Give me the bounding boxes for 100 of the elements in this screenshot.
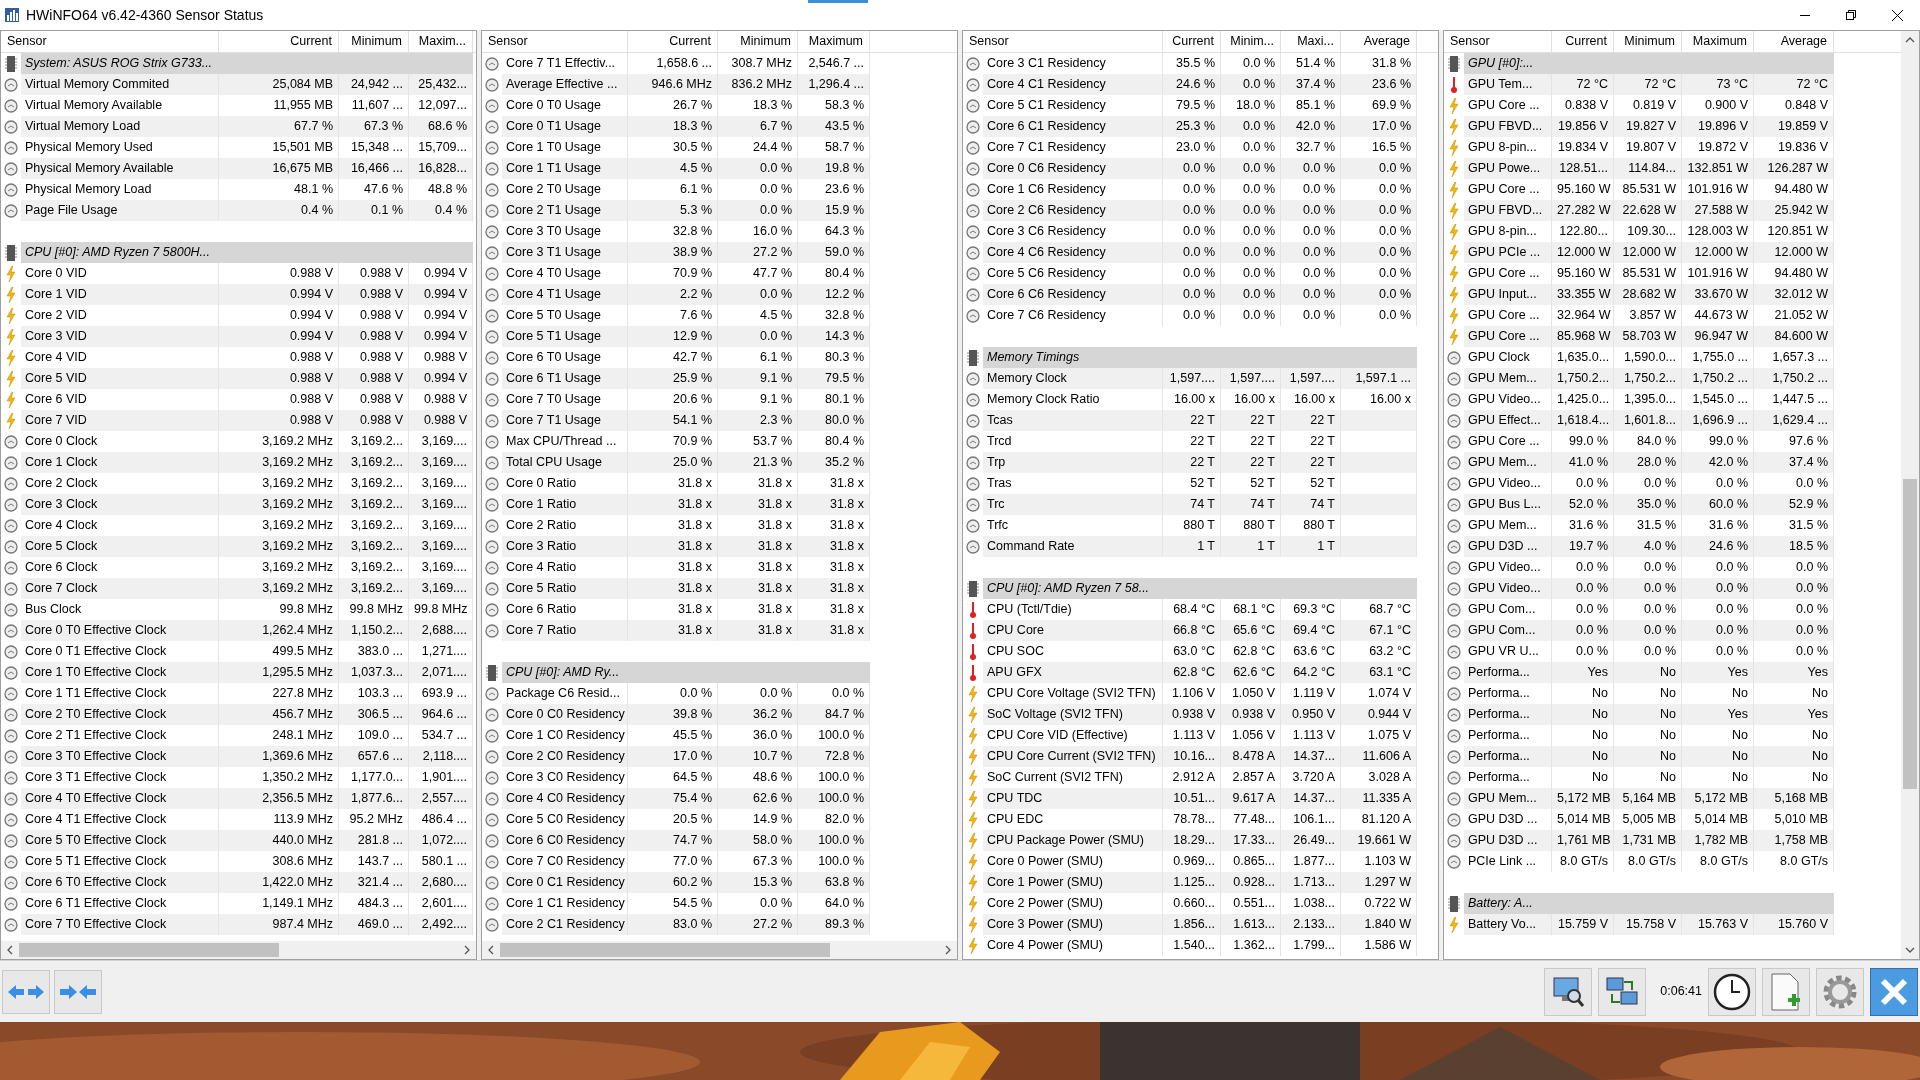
sensor-row[interactable]: GPU FBVD... 19.856 V 19.827 V 19.896 V 19.859 V (1464, 116, 1834, 137)
sensor-row[interactable]: GPU D3D ... 1,761 MB 1,731 MB 1,782 MB 1,758 MB (1464, 830, 1834, 851)
sensor-row[interactable]: Core 7 Clock 3,169.2 MHz 3,169.2... 3,169.... (21, 578, 473, 599)
timer-button[interactable] (1708, 967, 1756, 1016)
sensor-row[interactable]: Battery Vo... 15.759 V 15.758 V 15.763 V 15.760 V (1464, 914, 1834, 935)
sensor-row[interactable]: Command Rate 1 T 1 T 1 T (983, 536, 1417, 557)
sensor-row[interactable]: Core 2 C6 Residency 0.0 % 0.0 % 0.0 % 0.0 % (983, 200, 1417, 221)
sensor-row[interactable]: CPU Package Power (SMU) 18.29... 17.33... 26.49... 19.661 W (983, 830, 1417, 851)
sensor-row[interactable]: GPU D3D ... 19.7 % 4.0 % 24.6 % 18.5 % (1464, 536, 1834, 557)
sensor-row[interactable]: GPU Effect... 1,618.4... 1,601.8... 1,696.9 ... 1,629.4 ... (1464, 410, 1834, 431)
sensor-row[interactable]: Core 0 C1 Residency 60.2 % 15.3 % 63.8 % (502, 872, 870, 893)
sensor-row[interactable]: Core 0 T1 Usage 18.3 % 6.7 % 43.5 % (502, 116, 870, 137)
sensor-row[interactable]: Core 3 VID 0.994 V 0.988 V 0.994 V (21, 326, 473, 347)
sensor-row[interactable]: GPU Core ... 85.968 W 58.703 W 96.947 W 84.600 W (1464, 326, 1834, 347)
column-header[interactable]: Minimum (339, 31, 409, 52)
sensor-row[interactable]: Core 5 T1 Usage 12.9 % 0.0 % 14.3 % (502, 326, 870, 347)
sensor-row[interactable]: Trp 22 T 22 T 22 T (983, 452, 1417, 473)
sensor-row[interactable]: Core 1 Power (SMU) 1.125... 0.928... 1.713... 1.297 W (983, 872, 1417, 893)
sensor-row[interactable]: Core 3 Clock 3,169.2 MHz 3,169.2... 3,169.... (21, 494, 473, 515)
sensor-row[interactable]: GPU Powe... 128.51... 114.84... 132.851 W 126.287 W (1464, 158, 1834, 179)
exit-button[interactable] (1870, 967, 1918, 1016)
sensor-row[interactable]: Core 6 T1 Usage 25.9 % 9.1 % 79.5 % (502, 368, 870, 389)
scrollbar-thumb[interactable] (500, 943, 830, 957)
sensor-row[interactable]: Total CPU Usage 25.0 % 21.3 % 35.2 % (502, 452, 870, 473)
sensor-row[interactable]: Core 4 C6 Residency 0.0 % 0.0 % 0.0 % 0.0 % (983, 242, 1417, 263)
column-header[interactable]: Current (1163, 31, 1221, 52)
sensor-row[interactable]: Core 3 Power (SMU) 1.856... 1.613... 2.133... 1.840 W (983, 914, 1417, 935)
sensor-row[interactable]: Core 7 Ratio 31.8 x 31.8 x 31.8 x (502, 620, 870, 641)
sensor-row[interactable]: Page File Usage 0.4 % 0.1 % 0.4 % (21, 200, 473, 221)
sensor-row[interactable]: Core 6 C1 Residency 25.3 % 0.0 % 42.0 % 17.0 % (983, 116, 1417, 137)
column-header[interactable]: Sensor (1, 31, 219, 52)
sensor-row[interactable]: Core 6 C0 Residency 74.7 % 58.0 % 100.0 % (502, 830, 870, 851)
sensor-row[interactable]: APU GFX 62.8 °C 62.6 °C 64.2 °C 63.1 °C (983, 662, 1417, 683)
group-header-row[interactable]: Battery: A... (1464, 893, 1834, 914)
group-header-row[interactable]: GPU [#0]:... (1464, 53, 1834, 74)
column-header[interactable]: Maximum (798, 31, 870, 52)
sensor-row[interactable]: Core 0 C6 Residency 0.0 % 0.0 % 0.0 % 0.0 % (983, 158, 1417, 179)
sensor-row[interactable]: Core 4 C0 Residency 75.4 % 62.6 % 100.0 % (502, 788, 870, 809)
column-header[interactable]: Minimum (718, 31, 798, 52)
sensor-row[interactable]: Core 7 T0 Effective Clock 987.4 MHz 469.0 ... 2,492.... (21, 914, 473, 935)
column-header[interactable]: Current (219, 31, 339, 52)
column-header[interactable]: Sensor (1444, 31, 1552, 52)
group-header-row[interactable]: Memory Timings (983, 347, 1417, 368)
sensor-row[interactable]: Core 4 T1 Usage 2.2 % 0.0 % 12.2 % (502, 284, 870, 305)
sensor-row[interactable]: Average Effective ... 946.6 MHz 836.2 MHz 1,296.4 ... (502, 74, 870, 95)
sensor-row[interactable]: GPU Mem... 41.0 % 28.0 % 42.0 % 37.4 % (1464, 452, 1834, 473)
vertical-scrollbar[interactable] (1901, 31, 1919, 959)
sensor-row[interactable]: Performa... No No No No (1464, 746, 1834, 767)
sensor-row[interactable]: Performa... Yes No Yes Yes (1464, 662, 1834, 683)
sensor-row[interactable]: Core 5 Clock 3,169.2 MHz 3,169.2... 3,169.... (21, 536, 473, 557)
column-header[interactable]: Maxi... (1281, 31, 1341, 52)
sensor-row[interactable]: Memory Clock 1,597.... 1,597.... 1,597.... 1,597.1 ... (983, 368, 1417, 389)
column-header[interactable]: Average (1341, 31, 1417, 52)
column-header[interactable]: Maximum (1682, 31, 1754, 52)
sensor-row[interactable]: GPU Video... 0.0 % 0.0 % 0.0 % 0.0 % (1464, 578, 1834, 599)
sensor-row[interactable]: Core 1 T0 Effective Clock 1,295.5 MHz 1,037.3... 2,071.... (21, 662, 473, 683)
sensor-row[interactable]: SoC Voltage (SVI2 TFN) 0.938 V 0.938 V 0.950 V 0.944 V (983, 704, 1417, 725)
column-header[interactable]: Current (1552, 31, 1614, 52)
sensor-row[interactable]: GPU Tem... 72 °C 72 °C 73 °C 72 °C (1464, 74, 1834, 95)
scrollbar-thumb[interactable] (19, 943, 279, 957)
group-header-row[interactable]: CPU [#0]: AMD Ryzen 7 5800H... (21, 242, 473, 263)
sensor-row[interactable]: GPU Bus L... 52.0 % 35.0 % 60.0 % 52.9 % (1464, 494, 1834, 515)
sensor-row[interactable]: Core 7 VID 0.988 V 0.988 V 0.988 V (21, 410, 473, 431)
horizontal-scrollbar[interactable] (1, 941, 476, 959)
group-header-row[interactable]: CPU [#0]: AMD Ryzen 7 58... (983, 578, 1417, 599)
scrollbar-thumb[interactable] (1903, 479, 1917, 789)
sensor-row[interactable]: Core 6 C6 Residency 0.0 % 0.0 % 0.0 % 0.0 % (983, 284, 1417, 305)
sensor-row[interactable]: Tcas 22 T 22 T 22 T (983, 410, 1417, 431)
collapse-button[interactable] (54, 969, 102, 1014)
report-button[interactable] (1762, 967, 1810, 1016)
sensor-row[interactable]: Core 2 C0 Residency 17.0 % 10.7 % 72.8 % (502, 746, 870, 767)
column-header[interactable]: Maxim... (409, 31, 473, 52)
monitor-button[interactable] (1544, 967, 1593, 1016)
sensor-row[interactable]: Core 1 Ratio 31.8 x 31.8 x 31.8 x (502, 494, 870, 515)
sensor-row[interactable]: Virtual Memory Commited 25,084 MB 24,942 ... 25,432... (21, 74, 473, 95)
sensor-row[interactable]: Core 3 T1 Usage 38.9 % 27.2 % 59.0 % (502, 242, 870, 263)
sensor-row[interactable]: Core 1 Clock 3,169.2 MHz 3,169.2... 3,169.... (21, 452, 473, 473)
sensor-row[interactable]: Core 5 Ratio 31.8 x 31.8 x 31.8 x (502, 578, 870, 599)
sensor-row[interactable]: Core 5 VID 0.988 V 0.988 V 0.994 V (21, 368, 473, 389)
sensor-row[interactable]: Core 1 T1 Usage 4.5 % 0.0 % 19.8 % (502, 158, 870, 179)
sensor-row[interactable]: Core 3 T0 Effective Clock 1,369.6 MHz 657.6 ... 2,118.... (21, 746, 473, 767)
sensor-row[interactable]: GPU FBVD... 27.282 W 22.628 W 27.588 W 25.942 W (1464, 200, 1834, 221)
column-header[interactable]: Sensor (963, 31, 1163, 52)
column-header[interactable]: Average (1754, 31, 1834, 52)
sensor-row[interactable]: Core 5 T0 Effective Clock 440.0 MHz 281.8 ... 1,072.... (21, 830, 473, 851)
sensor-row[interactable]: GPU Mem... 1,750.2... 1,750.2... 1,750.2 ... 1,750.2 ... (1464, 368, 1834, 389)
sensor-row[interactable]: Core 4 T0 Effective Clock 2,356.5 MHz 1,877.6... 2,557.... (21, 788, 473, 809)
sensor-row[interactable]: Core 7 T1 Usage 54.1 % 2.3 % 80.0 % (502, 410, 870, 431)
sensor-row[interactable]: Core 4 C1 Residency 24.6 % 0.0 % 37.4 % 23.6 % (983, 74, 1417, 95)
column-header[interactable]: Current (628, 31, 718, 52)
sensor-row[interactable]: Core 3 Ratio 31.8 x 31.8 x 31.8 x (502, 536, 870, 557)
column-header[interactable]: Minimum (1614, 31, 1682, 52)
settings-button[interactable] (1816, 967, 1864, 1016)
sensor-row[interactable]: CPU TDC 10.51... 9.617 A 14.37... 11.335 A (983, 788, 1417, 809)
network-button[interactable] (1598, 967, 1647, 1016)
sensor-row[interactable]: Performa... No No Yes Yes (1464, 704, 1834, 725)
sensor-row[interactable]: Virtual Memory Load 67.7 % 67.3 % 68.6 % (21, 116, 473, 137)
sensor-row[interactable]: CPU Core 66.8 °C 65.6 °C 69.4 °C 67.1 °C (983, 620, 1417, 641)
sensor-row[interactable]: GPU Input... 33.355 W 28.682 W 33.670 W 32.012 W (1464, 284, 1834, 305)
sensor-row[interactable]: CPU Core Current (SVI2 TFN) 10.16... 8.478 A 14.37... 11.606 A (983, 746, 1417, 767)
